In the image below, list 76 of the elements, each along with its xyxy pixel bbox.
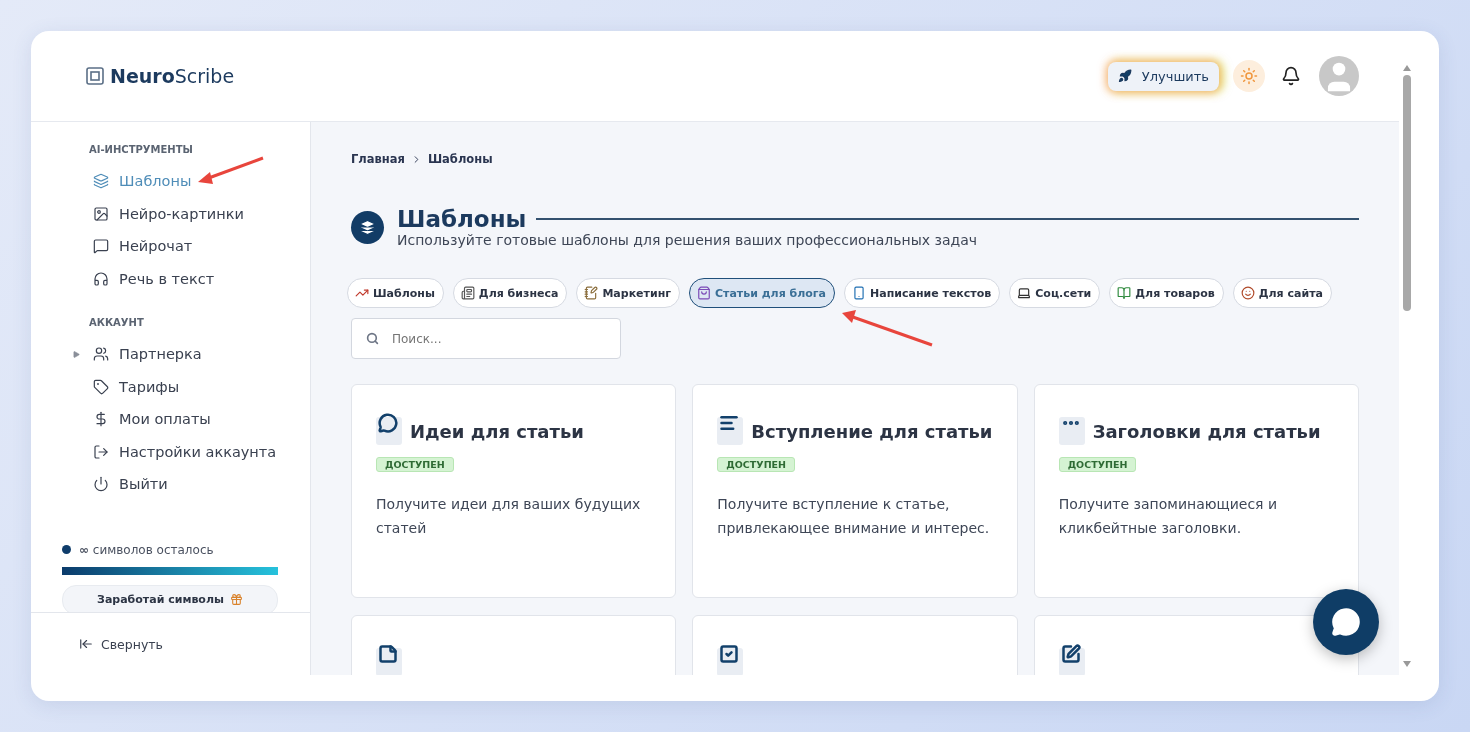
card-description: Получите идеи для ваших будущих статей [376,495,642,538]
chat-button[interactable] [1313,589,1379,655]
gift-icon [229,593,243,606]
status-dot [62,545,71,554]
logo-icon [86,67,104,85]
avatar[interactable] [1319,56,1359,96]
category-chip[interactable]: Маркетинг [576,278,680,308]
laptop-icon [1017,286,1032,300]
category-chip[interactable]: Соц.сети [1009,278,1101,308]
status-tag: ДОСТУПЕН [717,457,796,472]
category-chip[interactable]: Написание текстов [844,278,1001,308]
exit-icon [93,443,109,460]
status-tag: ДОСТУПЕН [1058,457,1137,472]
card-title: Идеи для статьи [410,420,584,442]
sidebar-item[interactable]: Настройки аккаунта [73,435,286,468]
sidebar-item[interactable]: Шаблоны [73,165,286,198]
earn-credits-button[interactable]: Заработай символы [62,584,278,612]
sidebar-item[interactable]: Нейро-картинки [73,197,286,230]
category-chip[interactable]: Статьи для блога [689,278,836,308]
sidebar-item[interactable]: Выйти [73,468,286,501]
scrollbar-thumb[interactable] [1403,75,1411,311]
breadcrumb-link[interactable]: Главная [351,152,405,166]
headphones-icon [93,270,109,287]
annotation-arrow [198,156,264,184]
scroll-down-icon [1403,661,1411,667]
category-chip[interactable]: Для товаров [1109,278,1224,308]
page-subtitle: Используйте готовые шаблоны для решения ваших профессиональных задач [397,232,979,248]
phone-icon [852,286,867,300]
checkbox-icon [717,648,744,675]
tag-icon [93,378,109,395]
chat-bubble-icon [1331,607,1361,637]
layers-icon [93,173,109,190]
power-icon [93,476,109,493]
collapse-icon [79,637,93,651]
section-heading: AI-ИНСТРУМЕНТЫ [89,144,194,155]
credits-text: ∞ символов осталось [79,542,214,557]
upgrade-button[interactable]: Улучшить [1107,61,1219,91]
dollar-icon [93,411,109,428]
users-icon [93,346,109,363]
sidebar-item[interactable]: Речь в текст [73,262,286,295]
template-card[interactable]: Заголовки для статьи ДОСТУПЕН Получите запоминающиеся и кликбейтные заголовки. [1033,384,1359,598]
card-title: Вступление для статьи [751,420,993,442]
card-description: Получите вступление к статье, привлекающее внимание и интерес. [717,495,991,538]
newspaper-icon [460,286,475,300]
dots-icon [1058,417,1085,445]
scroll-up-icon [1403,65,1411,71]
brand-logo[interactable]: NeuroScribe [86,65,235,87]
bag-icon [697,286,711,300]
notepad-icon [584,286,599,300]
category-chip[interactable]: Для сайта [1232,278,1332,308]
sidebar-item[interactable]: Партнерка [73,338,286,371]
sun-icon [1240,67,1258,85]
card-title: Заголовки для статьи [1092,420,1321,442]
face-icon [1240,286,1255,300]
chat-icon [93,238,109,255]
card-description: Получите запоминающиеся и кликбейтные заголовки. [1058,495,1279,538]
text-lines-icon [717,417,744,445]
rocket-icon [1117,69,1132,83]
layers-icon [351,210,384,244]
image-icon [93,205,109,222]
category-chip[interactable]: Для бизнеса [452,278,568,308]
caret-icon [73,350,80,358]
collapse-button[interactable]: Свернуть [79,636,163,652]
section-heading: АККАУНТ [89,317,145,328]
status-tag: ДОСТУПЕН [376,457,454,472]
page-title: Шаблоны [397,206,527,232]
search-field[interactable]: Поиск... [351,318,621,359]
template-card[interactable]: Вступление для статьи ДОСТУПЕН Получите вступление к статье, привлекающее внимание и интерес. [692,384,1018,598]
sidebar-item[interactable]: Нейрочат [73,230,286,263]
sidebar-item[interactable]: Мои оплаты [73,403,286,436]
sidebar-item[interactable]: Тарифы [73,370,286,403]
theme-toggle-button[interactable] [1233,60,1265,92]
book-icon [1117,286,1132,300]
category-chip[interactable]: Шаблоны [347,278,444,308]
note-icon [376,648,402,675]
breadcrumb-current: Шаблоны [427,152,493,166]
